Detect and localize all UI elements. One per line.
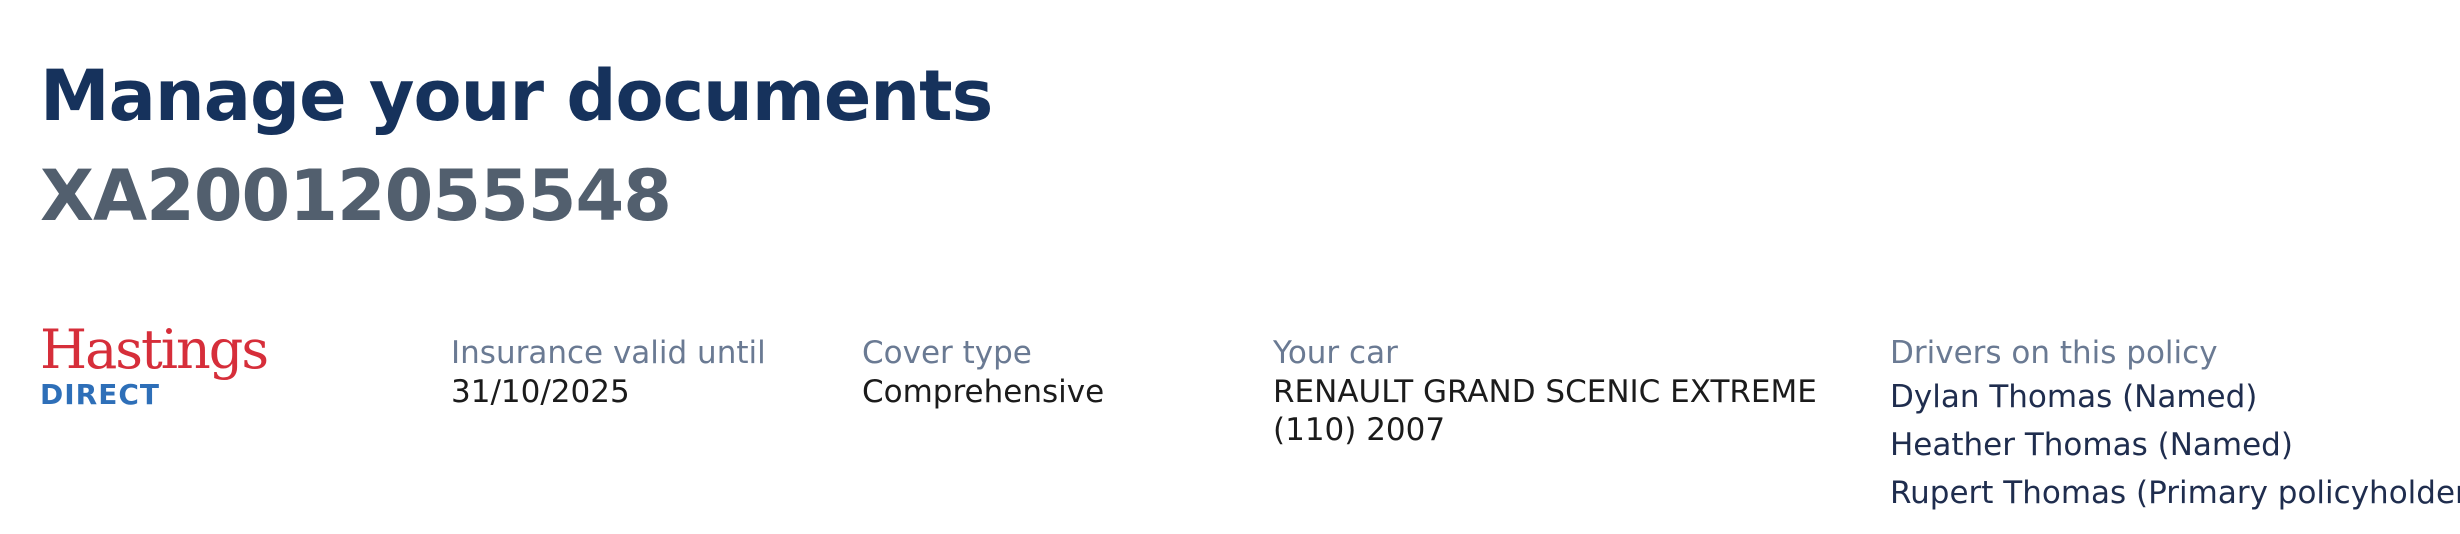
driver-item: Rupert Thomas (Primary policyholder) xyxy=(1890,475,2460,511)
cover-type-section: Cover type Comprehensive xyxy=(862,333,1104,411)
logo-subtitle: DIRECT xyxy=(40,378,160,411)
hastings-direct-logo: Hastings DIRECT xyxy=(40,318,269,420)
insurance-valid-section: Insurance valid until 31/10/2025 xyxy=(451,333,766,411)
insurance-valid-value: 31/10/2025 xyxy=(451,374,630,410)
logo-wordmark: Hastings xyxy=(40,318,269,381)
cover-type-value: Comprehensive xyxy=(862,374,1105,410)
your-car-line-2: (110) 2007 xyxy=(1273,412,1446,448)
policy-number: XA20012055548 xyxy=(40,155,672,237)
cover-type-label: Cover type xyxy=(862,335,1032,371)
your-car-line-1: RENAULT GRAND SCENIC EXTREME xyxy=(1273,374,1817,410)
your-car-label: Your car xyxy=(1273,335,1398,371)
drivers-section: Drivers on this policy Dylan Thomas (Nam… xyxy=(1890,333,2460,517)
page-title: Manage your documents xyxy=(40,55,993,137)
drivers-label: Drivers on this policy xyxy=(1890,335,2218,371)
driver-item: Dylan Thomas (Named) xyxy=(1890,379,2258,415)
driver-item: Heather Thomas (Named) xyxy=(1890,427,2293,463)
insurance-valid-label: Insurance valid until xyxy=(451,335,766,371)
your-car-section: Your car RENAULT GRAND SCENIC EXTREME (1… xyxy=(1273,333,1817,449)
